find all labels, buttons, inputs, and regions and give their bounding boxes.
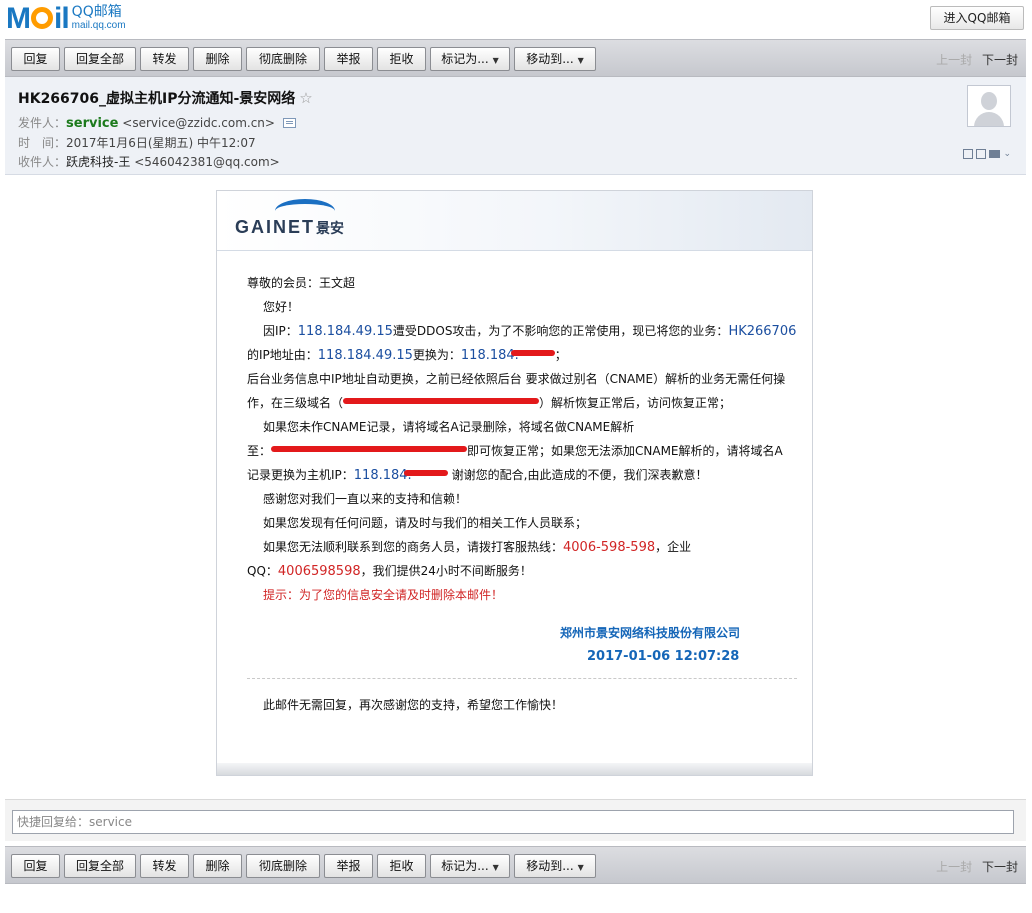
new-ip-address: 118.184. (460, 348, 519, 363)
contact-card-icon[interactable] (282, 118, 296, 128)
email-banner: GAINET景安 (217, 191, 812, 251)
mark-as-dropdown[interactable]: 标记为... ▼ (430, 854, 510, 878)
mail-subject: HK266706_虚拟主机IP分流通知-景安网络 ☆ (18, 88, 313, 108)
sender-row: 发件人：service <service@zzidc.com.cn> (18, 114, 296, 131)
greeting: 尊敬的会员：王文超 (247, 276, 356, 290)
reject-button[interactable]: 拒收 (377, 854, 426, 878)
reject-button[interactable]: 拒收 (377, 47, 426, 71)
prev-mail-link[interactable]: 上一封 (936, 860, 972, 874)
report-button[interactable]: 举报 (324, 47, 373, 71)
paragraph-3: 后台业务信息中IP地址自动更换，之前已经依照后台 要求做过别名（CNAME）解析… (247, 372, 786, 386)
mail-pager: 上一封 下一封 (936, 858, 1018, 875)
recipient-row: 收件人：跃虎科技-王 <546042381@qq.com> (18, 153, 280, 170)
paragraph-7: 记录更换为主机IP：118.184. 谢谢您的配合,由此造成的不便，我们深表歉意！ (247, 468, 708, 483)
mark-as-label: 标记为... (441, 52, 489, 66)
qq-number[interactable]: 4006598598 (278, 564, 361, 579)
permanent-delete-button[interactable]: 彻底删除 (246, 47, 320, 71)
paragraph-9: 如果您发现有任何问题，请及时与我们的相关工作人员联系； (263, 516, 588, 530)
redaction-mark (343, 398, 540, 404)
sender-email: <service@zzidc.com.cn> (122, 116, 275, 130)
avatar[interactable] (967, 85, 1011, 127)
time-value: 2017年1月6日(星期五) 中午12:07 (66, 136, 256, 150)
move-to-label: 移动到... (526, 859, 574, 873)
chevron-down-icon: ▼ (577, 56, 584, 65)
reply-button[interactable]: 回复 (11, 47, 60, 71)
mail-tools: ⌄ (963, 149, 1011, 159)
delete-button[interactable]: 删除 (193, 854, 242, 878)
paragraph-8: 感谢您对我们一直以来的支持和信赖！ (263, 492, 468, 506)
service-id: HK266706 (728, 324, 797, 339)
qq-mail-logo[interactable]: Mil QQ邮箱 mail.qq.com (6, 4, 126, 34)
reply-all-button[interactable]: 回复全部 (64, 47, 136, 71)
host-ip-address: 118.184. (353, 468, 412, 483)
next-mail-link[interactable]: 下一封 (982, 860, 1018, 874)
paragraph-5: 如果您未作CNAME记录，请将域名A记录删除，将域名做CNAME解析 (263, 420, 635, 434)
chevron-down-icon: ▼ (577, 863, 584, 872)
paragraph-2: 的IP地址由：118.184.49.15更换为：118.184.； (247, 348, 567, 363)
gainet-brand-cn: 景安 (316, 220, 345, 236)
redaction-mark (510, 350, 555, 356)
paragraph-11: QQ：4006598598，我们提供24小时不间断服务！ (247, 564, 532, 579)
redaction-mark (271, 446, 468, 452)
mail-header: HK266706_虚拟主机IP分流通知-景安网络 ☆ 发件人：service <s… (5, 77, 1026, 175)
forward-button[interactable]: 转发 (140, 854, 189, 878)
prev-mail-link[interactable]: 上一封 (936, 53, 972, 67)
chevron-down-icon: ▼ (492, 863, 499, 872)
gainet-brand: GAINET (235, 217, 316, 237)
top-toolbar: 回复 回复全部 转发 删除 彻底删除 举报 拒收 标记为... ▼ 移动到... ▼… (5, 39, 1026, 77)
divider (247, 678, 797, 679)
move-to-dropdown[interactable]: 移动到... ▼ (514, 47, 596, 71)
enter-qq-mail-button[interactable]: 进入QQ邮箱 (930, 6, 1024, 30)
email-body: GAINET景安 尊敬的会员：王文超 您好！ 因IP：118.184.49.15… (216, 190, 813, 776)
logo-domain: mail.qq.com (71, 20, 126, 31)
next-mail-link[interactable]: 下一封 (982, 53, 1018, 67)
paragraph-10: 如果您无法顺利联系到您的商务人员，请拨打客服热线：4006-598-598，企业 (263, 540, 692, 555)
time-label: 时 间： (18, 136, 67, 150)
from-label: 发件人： (18, 116, 67, 130)
logo-title: QQ邮箱 (71, 4, 122, 20)
star-icon[interactable]: ☆ (299, 89, 312, 107)
forward-button[interactable]: 转发 (140, 47, 189, 71)
paragraph-6: 至： 即可恢复正常；如果您无法添加CNAME解析的，请将域名A (247, 444, 783, 458)
ip-address: 118.184.49.15 (317, 348, 413, 363)
sender-name[interactable]: service (66, 116, 118, 131)
bottom-toolbar: 回复 回复全部 转发 删除 彻底删除 举报 拒收 标记为... ▼ 移动到... ▼… (5, 846, 1026, 884)
to-label: 收件人： (18, 155, 67, 169)
subject-text: HK266706_虚拟主机IP分流通知-景安网络 (18, 91, 296, 107)
mail-pager: 上一封 下一封 (936, 51, 1018, 68)
save-icon[interactable] (976, 149, 987, 159)
report-button[interactable]: 举报 (324, 854, 373, 878)
gainet-logo: GAINET景安 (235, 217, 344, 238)
delete-button[interactable]: 删除 (193, 47, 242, 71)
move-to-label: 移动到... (526, 52, 574, 66)
no-reply-note: 此邮件无需回复，再次感谢您的支持，希望您工作愉快！ (263, 698, 564, 712)
chevron-down-icon: ▼ (492, 56, 499, 65)
move-to-dropdown[interactable]: 移动到... ▼ (514, 854, 596, 878)
printer-icon[interactable] (989, 150, 1001, 158)
chevron-down-icon[interactable]: ⌄ (1003, 149, 1011, 159)
paragraph-1: 因IP：118.184.49.15遭受DDOS攻击，为了不影响您的正常使用，现已… (263, 324, 797, 339)
recipient-name[interactable]: 跃虎科技-王 (66, 155, 130, 169)
top-bar: Mil QQ邮箱 mail.qq.com 进入QQ邮箱 (0, 0, 1032, 36)
permanent-delete-button[interactable]: 彻底删除 (246, 854, 320, 878)
mark-as-dropdown[interactable]: 标记为... ▼ (430, 47, 510, 71)
signature-date: 2017-01-06 12:07:28 (587, 649, 740, 664)
mail-logo-icon: Mil (6, 2, 70, 35)
hello: 您好！ (263, 300, 300, 314)
ip-address: 118.184.49.15 (297, 324, 393, 339)
reply-button[interactable]: 回复 (11, 854, 60, 878)
time-row: 时 间：2017年1月6日(星期五) 中午12:07 (18, 134, 256, 151)
mark-as-label: 标记为... (441, 859, 489, 873)
quick-reply-bar: 快捷回复给：service (5, 799, 1026, 841)
security-tip: 提示：为了您的信息安全请及时删除本邮件！ (263, 588, 504, 602)
view-icon[interactable] (963, 149, 974, 159)
recipient-email: <546042381@qq.com> (134, 155, 280, 169)
paragraph-4: 作，在三级域名（ ）解析恢复正常后，访问恢复正常； (247, 396, 732, 410)
email-footer-bar (217, 763, 812, 775)
hotline-number[interactable]: 4006-598-598 (563, 540, 655, 555)
redaction-mark (403, 470, 448, 476)
company-name: 郑州市景安网络科技股份有限公司 (560, 626, 741, 640)
quick-reply-input[interactable]: 快捷回复给：service (12, 810, 1014, 834)
reply-all-button[interactable]: 回复全部 (64, 854, 136, 878)
